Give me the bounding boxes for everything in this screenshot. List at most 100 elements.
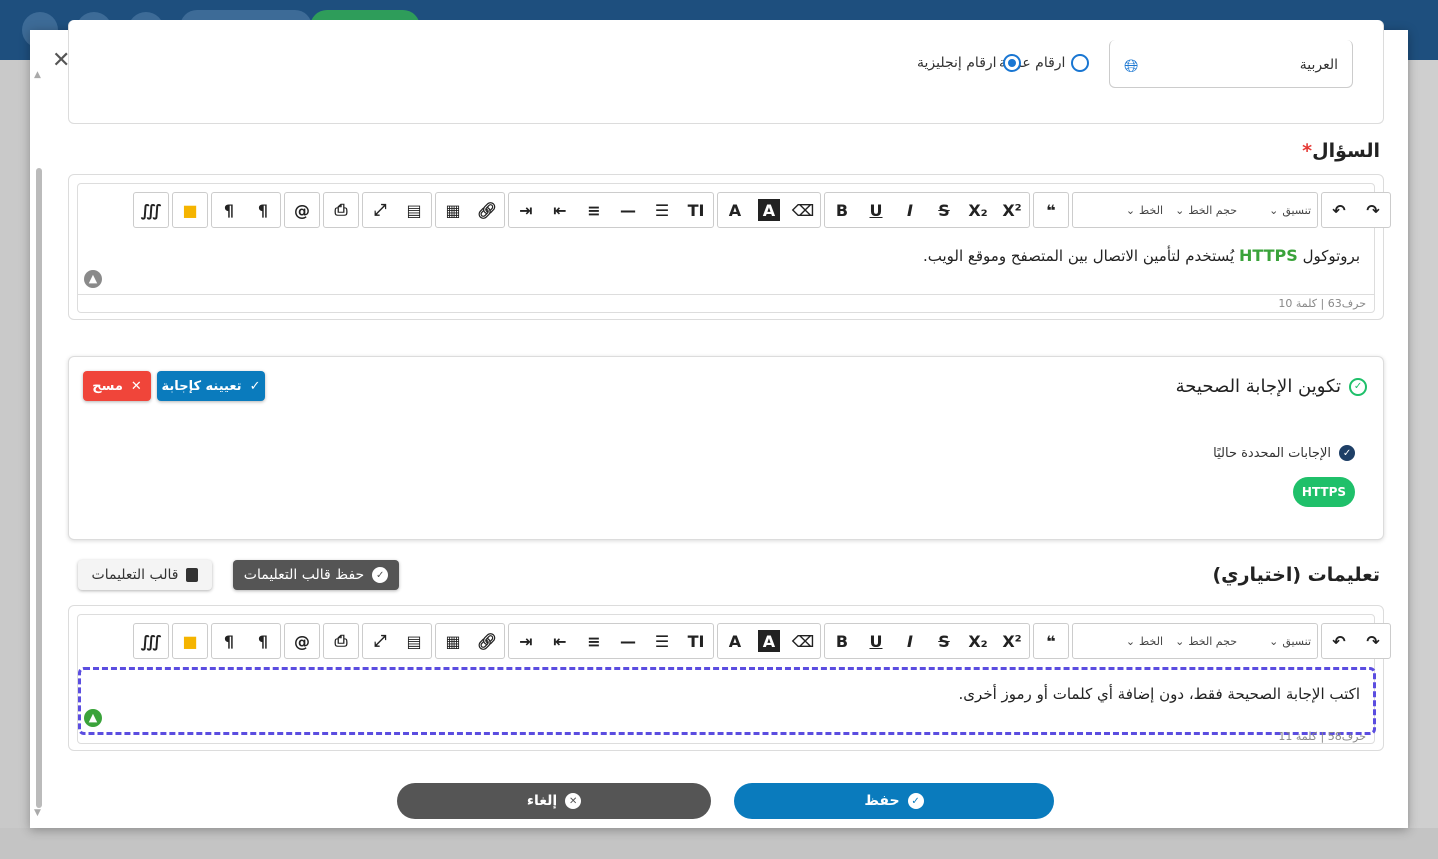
assign-answer-button[interactable]: ✓ تعيينه كإجابة bbox=[157, 371, 265, 401]
check-circle-icon: ✓ bbox=[1339, 445, 1355, 461]
check-circle-icon: ✓ bbox=[1349, 377, 1367, 396]
highlight-keyword: HTTPS bbox=[1238, 246, 1298, 265]
quote-icon[interactable]: ❝ bbox=[1034, 193, 1068, 227]
ltr-icon[interactable]: ¶ bbox=[246, 624, 280, 658]
eraser-icon[interactable]: ⌫ bbox=[786, 193, 820, 227]
text-size-icon[interactable]: TI bbox=[679, 624, 713, 658]
hr-icon[interactable]: — bbox=[611, 624, 645, 658]
folder-icon[interactable]: ■ bbox=[173, 624, 207, 658]
print-icon[interactable]: ⎙ bbox=[324, 624, 358, 658]
highlight-icon[interactable]: A bbox=[758, 199, 780, 221]
list-icon[interactable]: ☰ bbox=[645, 193, 679, 227]
underline-icon[interactable]: U bbox=[859, 624, 893, 658]
correct-answer-title: ✓ تكوين الإجابة الصحيحة bbox=[1176, 376, 1367, 397]
warning-icon: ▲ bbox=[84, 709, 102, 727]
size-select[interactable]: حجم الخط ⌄ bbox=[1169, 624, 1243, 658]
font-select[interactable]: الخط ⌄ bbox=[1073, 624, 1169, 658]
indent-icon[interactable]: ⇥ bbox=[509, 193, 543, 227]
italic-icon[interactable]: I bbox=[893, 624, 927, 658]
fullscreen-icon[interactable]: ⤢ bbox=[363, 624, 397, 658]
check-circle-icon: ✓ bbox=[907, 793, 924, 809]
bold-icon[interactable]: B bbox=[825, 624, 859, 658]
language-select[interactable]: العربية 🌐︎ bbox=[1109, 40, 1353, 88]
strike-icon[interactable]: S bbox=[927, 193, 961, 227]
mention-icon[interactable]: @ bbox=[285, 193, 319, 227]
instructions-editor[interactable]: ∭ ■ ¶ ¶ @ ⎙ ⤢ ▤ ▦ 🔗︎ ⇥ ⇤ ≡ — ☰ TI A A ⌫ B U I S X₂ X² ❝… bbox=[77, 614, 1391, 744]
redo-icon[interactable]: ↷ bbox=[1356, 193, 1390, 227]
question-text: بروتوكول HTTPS يُستخدم لتأمين الاتصال بي… bbox=[922, 246, 1360, 265]
close-circle-icon: ✕ bbox=[565, 793, 582, 809]
mention-icon[interactable]: @ bbox=[285, 624, 319, 658]
ltr-icon[interactable]: ¶ bbox=[246, 193, 280, 227]
superscript-icon[interactable]: X² bbox=[995, 193, 1029, 227]
question-editor-card: ∭ ■ ¶ ¶ @ ⎙ ⤢ ▤ ▦ 🔗︎ ⇥ ⇤ ≡ — ☰ TI A A ⌫ B U I S X₂ X² ❝… bbox=[68, 174, 1391, 320]
redo-icon[interactable]: ↷ bbox=[1356, 624, 1390, 658]
undo-icon[interactable]: ↶ bbox=[1322, 624, 1356, 658]
save-button[interactable]: ✓ حفظ bbox=[734, 783, 1054, 819]
bold-icon[interactable]: B bbox=[825, 193, 859, 227]
fullscreen-icon[interactable]: ⤢ bbox=[363, 193, 397, 227]
outdent-icon[interactable]: ⇤ bbox=[543, 193, 577, 227]
correct-answer-card: ✓ تكوين الإجابة الصحيحة ✓ تعيينه كإجابة ✕… bbox=[68, 356, 1384, 540]
question-editor[interactable]: ∭ ■ ¶ ¶ @ ⎙ ⤢ ▤ ▦ 🔗︎ ⇥ ⇤ ≡ — ☰ TI A A ⌫ B U I S X₂ X² ❝… bbox=[77, 183, 1391, 313]
table-icon[interactable]: ▦ bbox=[436, 193, 470, 227]
text-size-icon[interactable]: TI bbox=[679, 193, 713, 227]
question-counter: حرف63 | كلمة 10 bbox=[1278, 297, 1366, 310]
layout-icon[interactable]: ▤ bbox=[397, 624, 431, 658]
question-title: السؤال* bbox=[1302, 140, 1380, 162]
format-select[interactable]: تنسيق ⌄ bbox=[1243, 193, 1317, 227]
outdent-icon[interactable]: ⇤ bbox=[543, 624, 577, 658]
eraser-icon[interactable]: ⌫ bbox=[786, 624, 820, 658]
format-select[interactable]: تنسيق ⌄ bbox=[1243, 624, 1317, 658]
italic-icon[interactable]: I bbox=[893, 193, 927, 227]
selected-language: العربية bbox=[1299, 57, 1338, 73]
save-template-button[interactable]: ✓ حفظ قالب التعليمات bbox=[233, 560, 399, 590]
current-answers-label: ✓ الإجابات المحددة حاليًا bbox=[1213, 445, 1355, 461]
table-icon[interactable]: ▦ bbox=[436, 624, 470, 658]
highlight-icon[interactable]: A bbox=[758, 630, 780, 652]
instructions-editor-card: ∭ ■ ¶ ¶ @ ⎙ ⤢ ▤ ▦ 🔗︎ ⇥ ⇤ ≡ — ☰ TI A A ⌫ B U I S X₂ X² ❝… bbox=[68, 605, 1391, 751]
modal-scrollbar[interactable]: ▲ ▼ bbox=[34, 70, 44, 820]
globe-icon: 🌐︎ bbox=[1124, 56, 1139, 77]
strike-icon[interactable]: S bbox=[927, 624, 961, 658]
template-button[interactable]: قالب التعليمات bbox=[78, 560, 212, 590]
subscript-icon[interactable]: X₂ bbox=[961, 624, 995, 658]
rtl-icon[interactable]: ¶ bbox=[212, 193, 246, 227]
instructions-counter: حرف58 | كلمة 11 bbox=[1278, 730, 1366, 743]
hr-icon[interactable]: — bbox=[611, 193, 645, 227]
list-icon[interactable]: ☰ bbox=[645, 624, 679, 658]
close-icon: ✕ bbox=[130, 378, 142, 394]
folder-icon[interactable]: ■ bbox=[173, 193, 207, 227]
underline-icon[interactable]: U bbox=[859, 193, 893, 227]
print-icon[interactable]: ⎙ bbox=[324, 193, 358, 227]
source-icon[interactable]: ∭ bbox=[134, 193, 168, 227]
source-icon[interactable]: ∭ bbox=[134, 624, 168, 658]
answer-chip: HTTPS bbox=[1293, 477, 1355, 507]
size-select[interactable]: حجم الخط ⌄ bbox=[1169, 193, 1243, 227]
check-circle-icon: ✓ bbox=[372, 567, 389, 583]
subscript-icon[interactable]: X₂ bbox=[961, 193, 995, 227]
undo-icon[interactable]: ↶ bbox=[1322, 193, 1356, 227]
align-icon[interactable]: ≡ bbox=[577, 193, 611, 227]
language-card: العربية 🌐︎ ارقام عربية ارقام إنجليزية bbox=[68, 20, 1384, 124]
background-panel bbox=[0, 828, 1438, 859]
document-icon bbox=[186, 568, 199, 582]
cancel-button[interactable]: ✕ إلغاء bbox=[397, 783, 711, 819]
instructions-title: تعليمات (اختياري) bbox=[1212, 564, 1380, 586]
superscript-icon[interactable]: X² bbox=[995, 624, 1029, 658]
warning-icon: ▲ bbox=[84, 270, 102, 288]
font-color-icon[interactable]: A bbox=[718, 193, 752, 227]
quote-icon[interactable]: ❝ bbox=[1034, 624, 1068, 658]
align-icon[interactable]: ≡ bbox=[577, 624, 611, 658]
instructions-text: اكتب الإجابة الصحيحة فقط، دون إضافة أي ك… bbox=[958, 685, 1360, 703]
indent-icon[interactable]: ⇥ bbox=[509, 624, 543, 658]
clear-button[interactable]: ✕ مسح bbox=[83, 371, 151, 401]
required-mark: * bbox=[1302, 140, 1313, 162]
link-icon[interactable]: 🔗︎ bbox=[470, 624, 504, 658]
rtl-icon[interactable]: ¶ bbox=[212, 624, 246, 658]
layout-icon[interactable]: ▤ bbox=[397, 193, 431, 227]
radio-english-digits[interactable]: ارقام إنجليزية bbox=[917, 54, 1021, 72]
link-icon[interactable]: 🔗︎ bbox=[470, 193, 504, 227]
font-select[interactable]: الخط ⌄ bbox=[1073, 193, 1169, 227]
font-color-icon[interactable]: A bbox=[718, 624, 752, 658]
